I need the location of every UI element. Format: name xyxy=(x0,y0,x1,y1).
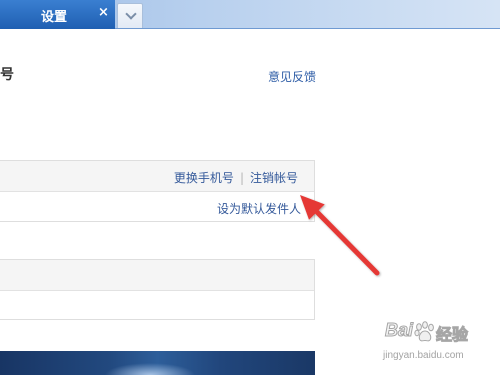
watermark-logo-text: Bai xyxy=(384,320,414,341)
secondary-panel-row xyxy=(0,291,314,320)
account-panel-header: 更换手机号 | 注销帐号 xyxy=(0,161,314,192)
tab-settings[interactable]: 设置 × xyxy=(0,0,115,29)
action-separator: | xyxy=(239,171,244,185)
chevron-down-icon xyxy=(125,8,137,20)
account-panel-row: 设为默认发件人 xyxy=(0,192,314,221)
set-default-sender-link[interactable]: 设为默认发件人 xyxy=(217,200,301,217)
tab-menu-button[interactable] xyxy=(117,3,143,28)
watermark-url: jingyan.baidu.com xyxy=(383,350,464,361)
close-icon[interactable]: × xyxy=(98,5,109,20)
tab-settings-label: 设置 xyxy=(41,10,68,25)
watermark: Bai 经验 jingyan.baidu.com xyxy=(383,318,483,368)
change-phone-link[interactable]: 更换手机号 xyxy=(174,171,234,185)
account-actions: 更换手机号 | 注销帐号 xyxy=(174,169,298,186)
cancel-account-link[interactable]: 注销帐号 xyxy=(250,171,298,185)
secondary-panel-header xyxy=(0,260,314,291)
banner-image xyxy=(0,351,315,375)
page-title: 号 xyxy=(0,67,14,83)
watermark-logo-cn: 经验 xyxy=(435,325,469,345)
arrow-shaft xyxy=(314,209,380,276)
paw-icon xyxy=(414,321,434,342)
feedback-link[interactable]: 意见反馈 xyxy=(268,68,316,85)
account-panel: 更换手机号 | 注销帐号 设为默认发件人 xyxy=(0,160,315,222)
secondary-panel xyxy=(0,259,315,320)
